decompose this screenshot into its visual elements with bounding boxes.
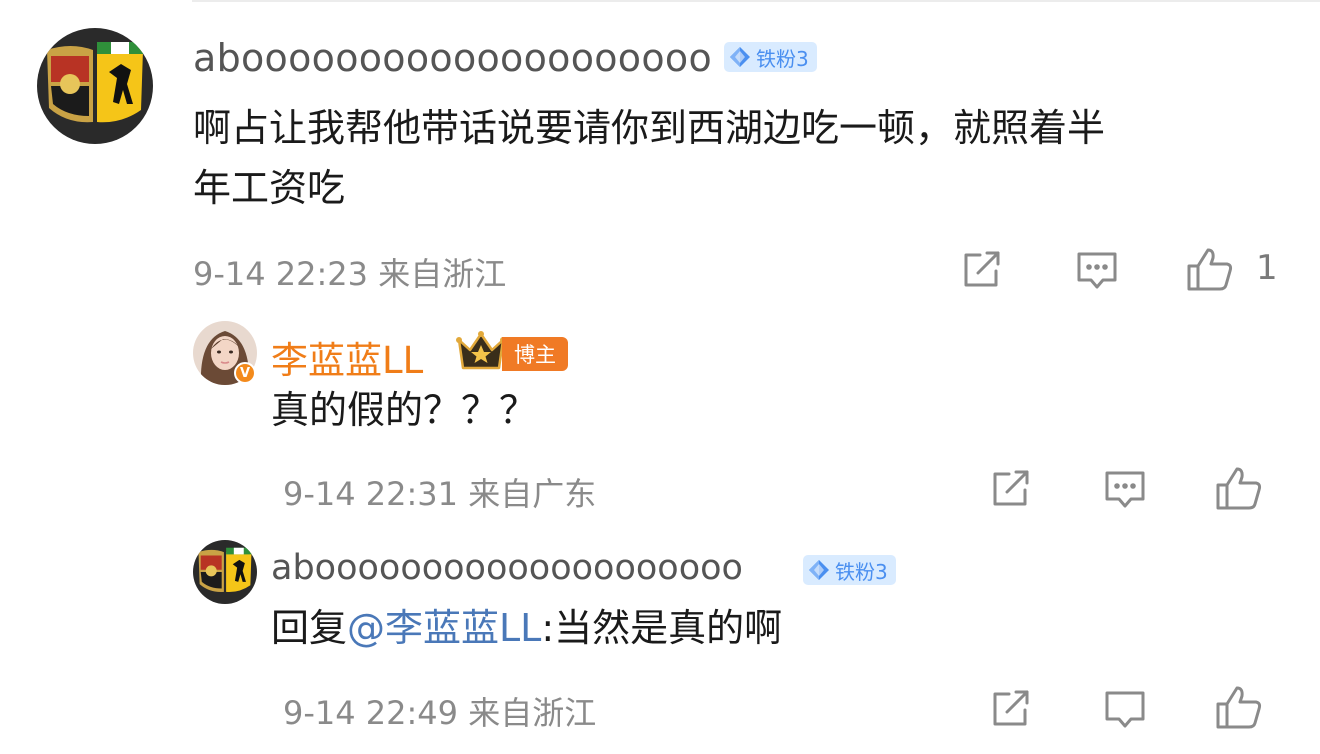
verified-badge: V	[234, 362, 256, 384]
reply-prefix: 回复	[271, 606, 348, 650]
fan-badge[interactable]: 铁粉3	[803, 555, 896, 585]
diamond-icon	[730, 47, 750, 67]
avatar[interactable]	[37, 28, 153, 144]
avatar[interactable]	[193, 540, 257, 604]
comment-text: 啊占让我帮他带话说要请你到西湖边吃一顿，就照着半	[193, 106, 1106, 150]
like-icon[interactable]	[1215, 684, 1263, 730]
reply-body: :当然是真的啊	[541, 606, 783, 650]
comment-text-continued: 年工资吃	[193, 166, 346, 210]
reply-text: 回复@李蓝蓝LL:当然是真的啊	[271, 598, 782, 658]
blogger-badge: 博主	[502, 337, 568, 371]
share-icon[interactable]	[991, 690, 1031, 728]
reply-meta: 9-14 22:31 来自广东	[283, 475, 597, 513]
comment-icon[interactable]	[1104, 690, 1146, 730]
top-divider	[192, 0, 1320, 2]
share-icon[interactable]	[962, 251, 1002, 289]
share-icon[interactable]	[991, 470, 1031, 508]
comment-icon[interactable]	[1104, 470, 1146, 510]
crown-icon	[456, 330, 506, 372]
reply-meta: 9-14 22:49 来自浙江	[283, 694, 597, 732]
diamond-icon	[809, 560, 829, 580]
reply-username[interactable]: 李蓝蓝LL	[271, 330, 423, 384]
mention-link[interactable]: @李蓝蓝LL	[347, 606, 541, 650]
like-count: 1	[1256, 248, 1278, 288]
fan-badge-label: 铁粉3	[756, 46, 809, 71]
reply-text: 真的假的？？？	[271, 388, 538, 432]
reply-username[interactable]: aboooooooooooooooooooo	[271, 548, 743, 588]
comment-username[interactable]: aboooooooooooooooooooo	[193, 36, 712, 80]
fan-badge-label: 铁粉3	[835, 559, 888, 584]
like-icon[interactable]	[1186, 246, 1234, 292]
fan-badge[interactable]: 铁粉3	[724, 42, 817, 72]
comment-icon[interactable]	[1076, 251, 1118, 291]
comment-meta: 9-14 22:23 来自浙江	[193, 255, 507, 293]
like-icon[interactable]	[1215, 465, 1263, 511]
